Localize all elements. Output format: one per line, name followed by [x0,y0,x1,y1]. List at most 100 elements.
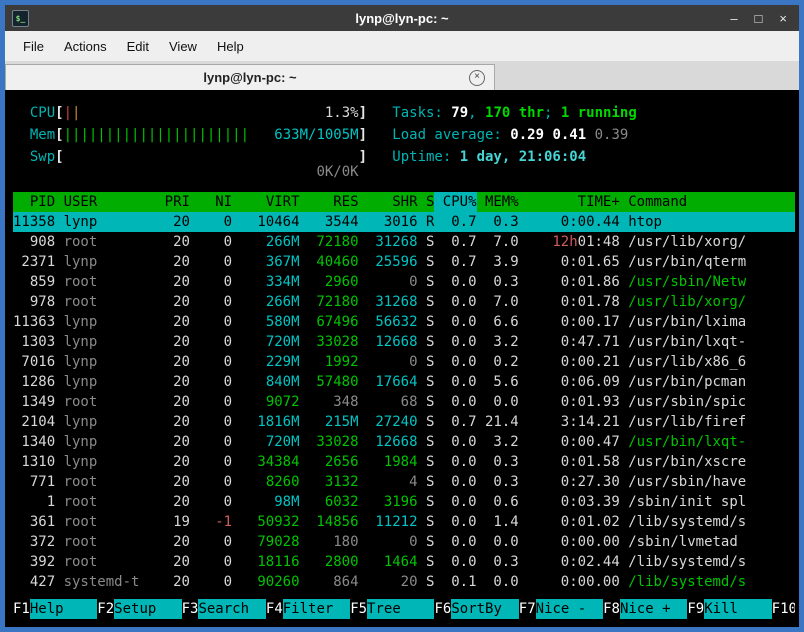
load-average: Load average: 0.29 0.41 0.39 [392,124,628,146]
close-button[interactable]: × [779,11,787,26]
cell-mem: 0.3 [477,212,519,232]
column-header-shr[interactable]: SHR [359,192,418,212]
process-row[interactable]: 1root20098M60323196S0.00.60:03.39/sbin/i… [13,492,795,512]
column-header-res[interactable]: RES [300,192,359,212]
fkey-label-setup[interactable]: Setup [114,599,181,619]
cell-shr: 0 [359,352,418,372]
fkey-label-tree[interactable]: Tree [367,599,434,619]
process-row[interactable]: 1349root200907234868S0.00.00:01.93/usr/s… [13,392,795,412]
column-header-time[interactable]: TIME+ [519,192,620,212]
menu-item-file[interactable]: File [13,39,54,54]
fkey-f2[interactable]: F2 [97,599,114,619]
fkey-label-kill[interactable]: Kill [704,599,771,619]
cell-pri: 20 [139,552,190,572]
process-row[interactable]: 2371lynp200367M4046025596S0.73.90:01.65/… [13,252,795,272]
cell-cpu: 0.0 [434,292,476,312]
process-row[interactable]: 1303lynp200720M3302812668S0.03.20:47.71/… [13,332,795,352]
cell-cpu: 0.0 [434,432,476,452]
process-row[interactable]: 2104lynp2001816M215M27240S0.721.43:14.21… [13,412,795,432]
fkey-label-search[interactable]: Search [198,599,265,619]
column-header-pid[interactable]: PID [13,192,55,212]
cell-shr: 12668 [359,432,418,452]
uptime: Uptime: 1 day, 21:06:04 [392,146,586,168]
column-header-virt[interactable]: VIRT [232,192,299,212]
stat-segment: 1 running [561,105,637,121]
fkey-f1[interactable]: F1 [13,599,30,619]
process-row[interactable]: 859root200334M29600S0.00.30:01.86/usr/sb… [13,272,795,292]
cell-time: 0:00.00 [519,572,620,592]
process-row[interactable]: 372root200790281800S0.00.00:00.00/sbin/l… [13,532,795,552]
process-row[interactable]: 11358lynp2001046435443016R0.70.30:00.44h… [13,212,795,232]
process-row[interactable]: 427systemd-t2009026086420S0.10.00:00.00/… [13,572,795,592]
column-header-ni[interactable]: NI [190,192,232,212]
column-header-pri[interactable]: PRI [139,192,190,212]
fkey-f10[interactable]: F10 [772,599,795,619]
cell-command: /usr/sbin/have [620,472,795,492]
cell-res: 40460 [300,252,359,272]
menu-item-actions[interactable]: Actions [54,39,117,54]
tab-active[interactable]: lynp@lyn-pc: ~ × [5,64,495,90]
menu-item-help[interactable]: Help [207,39,254,54]
tab-close-icon[interactable]: × [469,70,485,86]
process-row[interactable]: 1340lynp200720M3302812668S0.03.20:00.47/… [13,432,795,452]
process-row[interactable]: 392root2001811628001464S0.00.30:02.44/li… [13,552,795,572]
cell-user: lynp [64,412,140,432]
fkey-f4[interactable]: F4 [266,599,283,619]
fkey-f6[interactable]: F6 [434,599,451,619]
cell-pri: 19 [139,512,190,532]
fkey-label-help[interactable]: Help [30,599,97,619]
fkey-f9[interactable]: F9 [687,599,704,619]
cell-shr: 0 [359,272,418,292]
process-row[interactable]: 361root19-1509321485611212S0.01.40:01.02… [13,512,795,532]
cell-s: S [418,312,435,332]
maximize-button[interactable]: □ [755,11,763,26]
stat-segment: 79 [451,105,468,121]
process-row[interactable]: 1286lynp200840M5748017664S0.05.60:06.09/… [13,372,795,392]
menu-item-view[interactable]: View [159,39,207,54]
process-row[interactable]: 1310lynp2003438426561984S0.00.30:01.58/u… [13,452,795,472]
cell-ni: 0 [190,572,232,592]
column-header-user[interactable]: USER [64,192,140,212]
process-row[interactable]: 7016lynp200229M19920S0.00.20:00.21/usr/l… [13,352,795,372]
column-header-s[interactable]: S [418,192,435,212]
process-row[interactable]: 771root200826031324S0.00.30:27.30/usr/sb… [13,472,795,492]
titlebar[interactable]: $_ lynp@lyn-pc: ~ – □ × [5,5,799,31]
cell-virt: 90260 [232,572,299,592]
fkey-f7[interactable]: F7 [519,599,536,619]
minimize-button[interactable]: – [730,11,737,26]
fkey-label-nice[interactable]: Nice + [620,599,687,619]
cell-pri: 20 [139,472,190,492]
menu-item-edit[interactable]: Edit [117,39,159,54]
fkey-f3[interactable]: F3 [182,599,199,619]
cell-mem: 0.2 [477,352,519,372]
cell-virt: 18116 [232,552,299,572]
cell-shr: 3016 [359,212,418,232]
process-row[interactable]: 11363lynp200580M6749656632S0.06.60:00.17… [13,312,795,332]
cell-ni: 0 [190,392,232,412]
cell-shr: 0 [359,532,418,552]
fkey-f5[interactable]: F5 [350,599,367,619]
column-header-cpu[interactable]: CPU% [434,192,476,212]
cell-res: 14856 [300,512,359,532]
cell-cpu: 0.0 [434,512,476,532]
process-row[interactable]: 978root200266M7218031268S0.07.00:01.78/u… [13,292,795,312]
htop-top-line: Mem[||||||||||||||||||||||633M/1005M]Loa… [13,124,795,146]
meter-bar-segment: |||||||||||||||||||||| [64,127,249,143]
fkey-label-filter[interactable]: Filter [283,599,350,619]
cell-mem: 0.3 [477,472,519,492]
cell-virt: 10464 [232,212,299,232]
fkey-label-nice[interactable]: Nice - [536,599,603,619]
column-header-mem[interactable]: MEM% [477,192,519,212]
process-row[interactable]: 908root200266M7218031268S0.77.012h01:48/… [13,232,795,252]
cell-time: 0:01.86 [519,272,620,292]
cell-mem: 5.6 [477,372,519,392]
stat-segment: , [468,105,485,121]
terminal-screen[interactable]: CPU[||1.3%]Tasks: 79, 170 thr; 1 running… [5,90,799,627]
column-header-command[interactable]: Command [620,192,795,212]
cell-user: root [64,272,140,292]
fkey-label-sortby[interactable]: SortBy [451,599,518,619]
fkey-f8[interactable]: F8 [603,599,620,619]
cell-res: 72180 [300,232,359,252]
mem-meter-text: 633M/1005M [274,124,358,146]
meter-bracket: [ [55,149,63,165]
